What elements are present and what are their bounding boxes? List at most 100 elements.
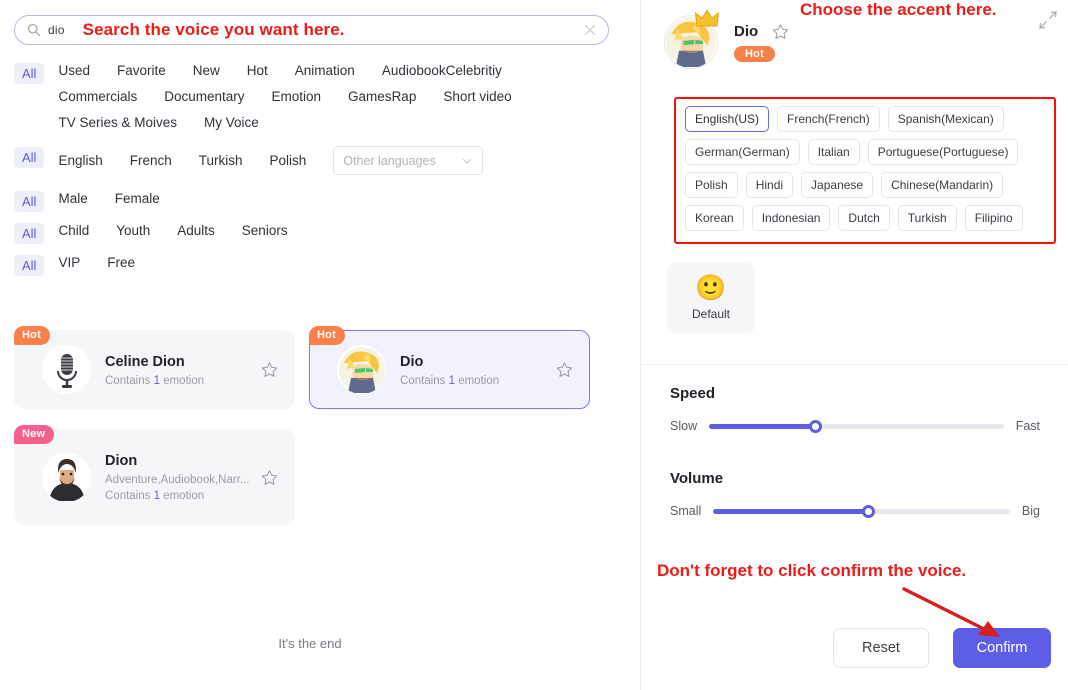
filter-item-audiobook[interactable]: Audiobook xyxy=(382,62,446,79)
filter-item-my-voice[interactable]: My Voice xyxy=(204,114,259,131)
voice-card-celine-dion[interactable]: Hot Celine Dion Contains 1 emotion xyxy=(14,326,295,409)
detail-header: Dio Hot xyxy=(664,9,789,69)
volume-fill xyxy=(713,508,868,514)
badge-hot: Hot xyxy=(309,326,345,345)
volume-control: Volume Small Big xyxy=(670,470,1040,518)
accent-chip-japanese[interactable]: Japanese xyxy=(801,172,874,198)
filter-item-favorite[interactable]: Favorite xyxy=(117,62,166,79)
annotation-arrow-icon xyxy=(902,587,1000,637)
close-icon[interactable] xyxy=(582,22,598,38)
filter-row-age: All Child Youth Adults Seniors xyxy=(14,222,614,248)
badge-new: New xyxy=(14,425,55,444)
accent-chip-french-french[interactable]: French(French) xyxy=(777,106,880,132)
filter-row-language: All English French Turkish Polish Other … xyxy=(14,146,614,184)
voice-info: Celine Dion Contains 1 emotion xyxy=(105,353,261,387)
voice-card-dio[interactable]: Hot Dio Contains 1 emotion xyxy=(309,326,590,409)
crown-icon xyxy=(694,9,720,27)
filter-item-games[interactable]: Games xyxy=(348,88,392,105)
accent-chip-chinese-mandarin[interactable]: Chinese(Mandarin) xyxy=(881,172,1004,198)
voice-tags: Adventure,Audiobook,Narr... xyxy=(105,474,250,486)
favorite-star-icon[interactable] xyxy=(261,469,278,486)
search-bar[interactable]: dio Search the voice you want here. xyxy=(14,15,609,45)
favorite-star-icon[interactable] xyxy=(556,361,573,378)
voice-picker-app: dio Search the voice you want here. All … xyxy=(0,0,1068,690)
avatar xyxy=(42,452,91,502)
filter-item-animation[interactable]: Animation xyxy=(295,62,355,79)
filter-all-language[interactable]: All xyxy=(14,147,45,168)
accent-chip-portuguese[interactable]: Portuguese(Portuguese) xyxy=(867,139,1019,165)
accent-chip-filipino[interactable]: Filipino xyxy=(964,205,1023,231)
accent-chip-spanish-mexican[interactable]: Spanish(Mexican) xyxy=(887,106,1004,132)
search-input[interactable]: dio xyxy=(48,23,65,37)
badge-hot: Hot xyxy=(14,326,50,345)
accent-chip-polish[interactable]: Polish xyxy=(685,172,738,198)
speed-slider[interactable] xyxy=(709,419,1004,433)
filter-item-new[interactable]: New xyxy=(193,62,220,79)
voice-card-dion[interactable]: New Dion Adventure,Audiobook,Narr... Con… xyxy=(14,425,295,525)
man-portrait-icon xyxy=(42,453,91,501)
filter-groups: All Used Favorite New Hot Animation Audi… xyxy=(14,62,614,286)
accent-chip-korean[interactable]: Korean xyxy=(685,205,744,231)
filter-item-rap[interactable]: Rap xyxy=(392,88,417,105)
filter-all-age[interactable]: All xyxy=(14,223,45,244)
search-annotation: Search the voice you want here. xyxy=(82,20,345,39)
favorite-star-icon[interactable] xyxy=(772,23,789,40)
accent-chip-german-german[interactable]: German(German) xyxy=(685,139,800,165)
accent-chip-english-us[interactable]: English(US) xyxy=(685,106,770,132)
filter-item-commercials[interactable]: Commercials xyxy=(58,88,137,105)
accent-chip-hindi[interactable]: Hindi xyxy=(745,172,794,198)
filter-items-language: English French Turkish Polish Other lang… xyxy=(58,146,484,184)
filter-row-gender: All Male Female xyxy=(14,190,614,216)
filter-item-emotion[interactable]: Emotion xyxy=(272,88,322,105)
voice-name: Dion xyxy=(105,453,138,469)
accent-chip-dutch[interactable]: Dutch xyxy=(838,205,890,231)
volume-slider[interactable] xyxy=(713,504,1010,518)
voice-name: Dio xyxy=(400,353,424,370)
filter-item-documentary[interactable]: Documentary xyxy=(164,88,244,105)
filter-item-used[interactable]: Used xyxy=(58,62,90,79)
filter-item-turkish[interactable]: Turkish xyxy=(199,152,243,169)
microphone-icon xyxy=(56,353,77,388)
accent-chip-turkish[interactable]: Turkish xyxy=(897,205,957,231)
filter-item-youth[interactable]: Youth xyxy=(116,222,150,239)
speed-title: Speed xyxy=(670,385,716,402)
filter-item-french[interactable]: French xyxy=(130,152,172,169)
volume-slider-row: Small Big xyxy=(670,504,1040,518)
confirm-annotation: Don't forget to click confirm the voice. xyxy=(657,561,967,580)
filter-item-seniors[interactable]: Seniors xyxy=(242,222,288,239)
filter-item-child[interactable]: Child xyxy=(58,222,89,239)
voice-emotion-count: Contains 1 emotion xyxy=(105,490,205,502)
volume-thumb[interactable] xyxy=(861,504,875,518)
other-languages-select[interactable]: Other languages xyxy=(333,146,484,175)
speed-thumb[interactable] xyxy=(809,419,823,433)
chevron-down-icon xyxy=(463,158,472,164)
filter-item-vip[interactable]: VIP xyxy=(58,254,80,271)
filter-item-female[interactable]: Female xyxy=(115,190,160,207)
filter-item-hot[interactable]: Hot xyxy=(247,62,268,79)
filter-item-polish[interactable]: Polish xyxy=(270,152,307,169)
filter-item-free[interactable]: Free xyxy=(107,254,135,271)
other-languages-placeholder: Other languages xyxy=(343,153,436,168)
collapse-icon[interactable] xyxy=(1038,10,1058,30)
filter-item-male[interactable]: Male xyxy=(58,190,87,207)
accent-annotation: Choose the accent here. xyxy=(800,0,997,19)
filter-items-age: Child Youth Adults Seniors xyxy=(58,222,314,248)
filter-item-adults[interactable]: Adults xyxy=(177,222,215,239)
filter-all-gender[interactable]: All xyxy=(14,191,45,212)
filter-item-short-video[interactable]: Short video xyxy=(443,88,511,105)
filter-item-celebritiy[interactable]: Celebritiy xyxy=(446,62,502,79)
dio-character-icon xyxy=(338,346,385,393)
favorite-star-icon[interactable] xyxy=(261,361,278,378)
emotion-card-default[interactable]: 🙂 Default xyxy=(667,263,755,333)
filter-all-category[interactable]: All xyxy=(14,63,45,84)
accent-chip-indonesian[interactable]: Indonesian xyxy=(751,205,831,231)
filter-item-tv-series-movies[interactable]: TV Series & Moives xyxy=(58,114,177,131)
accent-chip-italian[interactable]: Italian xyxy=(807,139,860,165)
speed-max-label: Fast xyxy=(1015,419,1040,433)
filter-all-plan[interactable]: All xyxy=(14,255,45,276)
filter-item-english[interactable]: English xyxy=(58,152,102,169)
filter-row-plan: All VIP Free xyxy=(14,254,614,280)
accent-selector: English(US) French(French) Spanish(Mexic… xyxy=(674,97,1056,244)
emotion-label: Default xyxy=(691,307,731,321)
smiley-icon: 🙂 xyxy=(695,274,727,302)
